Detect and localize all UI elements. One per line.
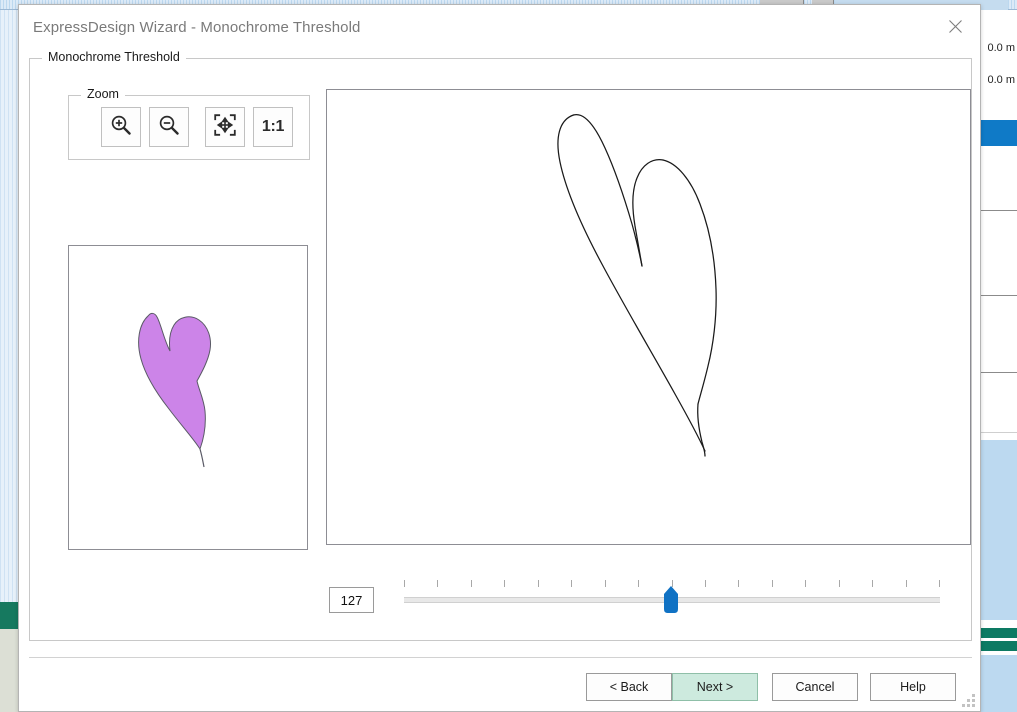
back-button[interactable]: < Back — [586, 673, 672, 701]
slider-tick — [538, 580, 539, 587]
slider-tick — [571, 580, 572, 587]
expressdesign-wizard-dialog: ExpressDesign Wizard - Monochrome Thresh… — [18, 4, 981, 712]
footer-separator — [29, 657, 972, 658]
grip-dot — [972, 694, 975, 697]
grip-dot — [967, 704, 970, 707]
threshold-slider[interactable] — [404, 575, 940, 619]
zoom-out-icon — [157, 113, 181, 142]
one-to-one-icon: 1:1 — [261, 118, 285, 135]
slider-tick — [638, 580, 639, 587]
fit-to-window-button[interactable] — [205, 107, 245, 147]
dialog-title: ExpressDesign Wizard - Monochrome Thresh… — [33, 18, 361, 36]
resize-grip-icon[interactable] — [962, 694, 976, 708]
slider-tick — [805, 580, 806, 587]
help-button[interactable]: Help — [870, 673, 956, 701]
zoom-group-label: Zoom — [81, 87, 125, 101]
zoom-in-icon — [109, 113, 133, 142]
slider-tick — [772, 580, 773, 587]
next-button[interactable]: Next > — [672, 673, 758, 701]
slider-tick — [872, 580, 873, 587]
threshold-slider-thumb[interactable] — [662, 585, 680, 615]
zoom-toolbar: 1:1 — [101, 107, 293, 147]
slider-tick — [404, 580, 405, 587]
grip-dot — [972, 699, 975, 702]
slider-tick — [605, 580, 606, 587]
slider-tick — [705, 580, 706, 587]
monochrome-threshold-group: Monochrome Threshold Zoom 1:1 127 — [29, 50, 972, 641]
cancel-button[interactable]: Cancel — [772, 673, 858, 701]
slider-tick — [738, 580, 739, 587]
threshold-control-row: 127 — [326, 575, 971, 619]
actual-size-button[interactable]: 1:1 — [253, 107, 293, 147]
slider-tick — [471, 580, 472, 587]
zoom-in-button[interactable] — [101, 107, 141, 147]
threshold-value-input[interactable]: 127 — [329, 587, 374, 613]
slider-tick — [504, 580, 505, 587]
threshold-result-preview[interactable] — [68, 245, 308, 550]
zoom-out-button[interactable] — [149, 107, 189, 147]
dialog-title-bar: ExpressDesign Wizard - Monochrome Thresh… — [19, 5, 980, 49]
slider-tick — [939, 580, 940, 587]
source-image-preview[interactable] — [326, 89, 971, 545]
zoom-group: Zoom 1:1 — [68, 87, 310, 160]
slider-tick — [906, 580, 907, 587]
background-measurement-2: 0.0 m — [987, 74, 1015, 86]
grip-dot — [967, 699, 970, 702]
fit-to-window-icon — [213, 113, 237, 142]
background-measurement-1: 0.0 m — [987, 42, 1015, 54]
close-icon[interactable] — [936, 11, 974, 41]
grip-dot — [962, 704, 965, 707]
slider-tick — [839, 580, 840, 587]
monochrome-threshold-group-label: Monochrome Threshold — [42, 50, 186, 64]
grip-dot — [972, 704, 975, 707]
dialog-footer-buttons: < Back Next > Cancel Help — [586, 673, 956, 701]
slider-tick — [437, 580, 438, 587]
